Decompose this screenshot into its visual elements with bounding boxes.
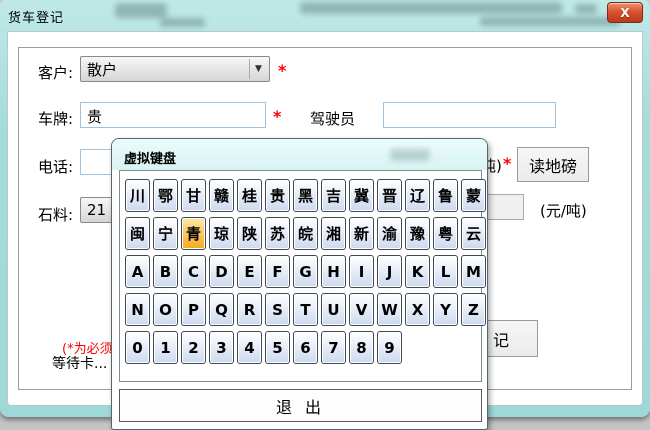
- key-青[interactable]: 青: [181, 217, 206, 250]
- key-S[interactable]: S: [265, 293, 290, 326]
- key-粤[interactable]: 粤: [433, 217, 458, 250]
- key-U[interactable]: U: [321, 293, 346, 326]
- key-C[interactable]: C: [181, 255, 206, 288]
- key-A[interactable]: A: [125, 255, 150, 288]
- chevron-down-icon[interactable]: ▼: [249, 59, 267, 79]
- virtual-keyboard-key-panel: 川鄂甘赣桂贵黑吉冀晋辽鲁蒙闽宁青琼陕苏皖湘新渝豫粤云ABCDEFGHIJKLMN…: [119, 170, 482, 382]
- key-Q[interactable]: Q: [209, 293, 234, 326]
- key-闽[interactable]: 闽: [125, 217, 150, 250]
- key-鄂[interactable]: 鄂: [153, 179, 178, 212]
- customer-select[interactable]: 散户 ▼: [80, 56, 270, 82]
- weight-required-mark: *: [503, 154, 511, 173]
- waiting-status-text: 等待卡...: [52, 353, 107, 373]
- close-icon[interactable]: X: [607, 2, 643, 23]
- key-8[interactable]: 8: [349, 331, 374, 364]
- phone-label: 电话:: [38, 156, 73, 177]
- key-琼[interactable]: 琼: [209, 217, 234, 250]
- key-皖[interactable]: 皖: [293, 217, 318, 250]
- read-scale-button[interactable]: 读地磅: [517, 147, 589, 182]
- key-3[interactable]: 3: [209, 331, 234, 364]
- virtual-keyboard-titlebar[interactable]: 虚拟键盘: [112, 139, 487, 170]
- key-X[interactable]: X: [405, 293, 430, 326]
- key-Z[interactable]: Z: [461, 293, 486, 326]
- stone-value: 21: [87, 201, 106, 219]
- key-晋[interactable]: 晋: [377, 179, 402, 212]
- key-冀[interactable]: 冀: [349, 179, 374, 212]
- key-J[interactable]: J: [377, 255, 402, 288]
- key-贵[interactable]: 贵: [265, 179, 290, 212]
- key-湘[interactable]: 湘: [321, 217, 346, 250]
- key-蒙[interactable]: 蒙: [461, 179, 486, 212]
- key-辽[interactable]: 辽: [405, 179, 430, 212]
- key-6[interactable]: 6: [293, 331, 318, 364]
- key-T[interactable]: T: [293, 293, 318, 326]
- blurred-background-decoration: [480, 17, 620, 26]
- key-吉[interactable]: 吉: [321, 179, 346, 212]
- key-O[interactable]: O: [153, 293, 178, 326]
- key-N[interactable]: N: [125, 293, 150, 326]
- key-渝[interactable]: 渝: [377, 217, 402, 250]
- key-7[interactable]: 7: [321, 331, 346, 364]
- plate-input[interactable]: 贵: [80, 102, 266, 128]
- key-0[interactable]: 0: [125, 331, 150, 364]
- blurred-background-decoration: [160, 18, 205, 27]
- key-R[interactable]: R: [237, 293, 262, 326]
- customer-value: 散户: [87, 59, 117, 80]
- key-甘[interactable]: 甘: [181, 179, 206, 212]
- key-V[interactable]: V: [349, 293, 374, 326]
- blurred-background-decoration: [300, 2, 562, 14]
- key-苏[interactable]: 苏: [265, 217, 290, 250]
- plate-value: 贵: [87, 108, 102, 126]
- plate-label: 车牌:: [38, 108, 73, 129]
- price-unit-label: (元/吨): [540, 200, 587, 221]
- key-H[interactable]: H: [321, 255, 346, 288]
- blurred-background-decoration: [390, 149, 430, 161]
- keyboard-exit-button[interactable]: 退 出: [119, 389, 482, 422]
- customer-label: 客户:: [38, 62, 73, 83]
- key-陕[interactable]: 陕: [237, 217, 262, 250]
- key-桂[interactable]: 桂: [237, 179, 262, 212]
- key-1[interactable]: 1: [153, 331, 178, 364]
- key-K[interactable]: K: [405, 255, 430, 288]
- key-I[interactable]: I: [349, 255, 374, 288]
- key-鲁[interactable]: 鲁: [433, 179, 458, 212]
- driver-input[interactable]: [383, 102, 556, 128]
- customer-required-mark: *: [278, 61, 286, 80]
- key-黑[interactable]: 黑: [293, 179, 318, 212]
- stone-label: 石料:: [38, 204, 73, 225]
- driver-label: 驾驶员: [310, 108, 355, 129]
- virtual-keyboard-dialog: 虚拟键盘 川鄂甘赣桂贵黑吉冀晋辽鲁蒙闽宁青琼陕苏皖湘新渝豫粤云ABCDEFGHI…: [111, 138, 488, 430]
- key-9[interactable]: 9: [377, 331, 402, 364]
- key-豫[interactable]: 豫: [405, 217, 430, 250]
- key-4[interactable]: 4: [237, 331, 262, 364]
- virtual-keyboard-title: 虚拟键盘: [124, 148, 176, 167]
- key-D[interactable]: D: [209, 255, 234, 288]
- key-Y[interactable]: Y: [433, 293, 458, 326]
- key-E[interactable]: E: [237, 255, 262, 288]
- key-2[interactable]: 2: [181, 331, 206, 364]
- key-M[interactable]: M: [461, 255, 486, 288]
- blurred-background-decoration: [575, 4, 597, 14]
- key-宁[interactable]: 宁: [153, 217, 178, 250]
- key-G[interactable]: G: [293, 255, 318, 288]
- key-F[interactable]: F: [265, 255, 290, 288]
- plate-required-mark: *: [273, 107, 281, 126]
- window-title: 货车登记: [8, 7, 64, 26]
- key-W[interactable]: W: [377, 293, 402, 326]
- key-川[interactable]: 川: [125, 179, 150, 212]
- key-P[interactable]: P: [181, 293, 206, 326]
- blurred-background-decoration: [115, 3, 167, 18]
- key-L[interactable]: L: [433, 255, 458, 288]
- key-B[interactable]: B: [153, 255, 178, 288]
- key-云[interactable]: 云: [461, 217, 486, 250]
- key-赣[interactable]: 赣: [209, 179, 234, 212]
- key-新[interactable]: 新: [349, 217, 374, 250]
- key-5[interactable]: 5: [265, 331, 290, 364]
- register-button-label: 记: [493, 327, 509, 351]
